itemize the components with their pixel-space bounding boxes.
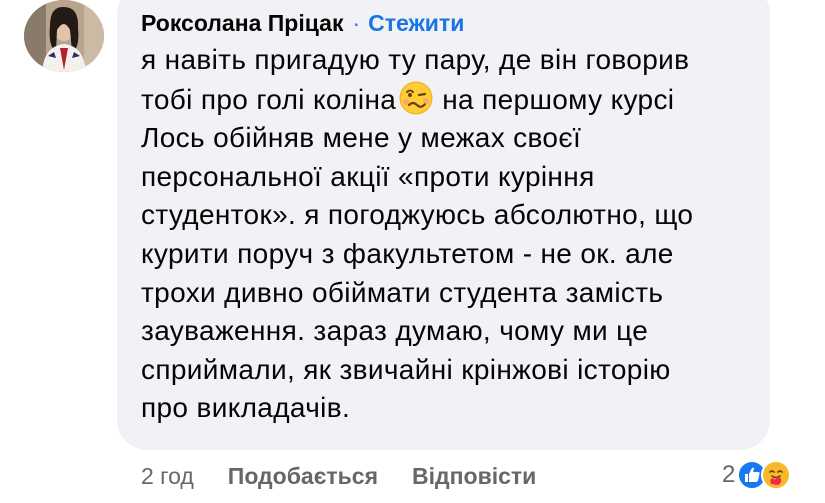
comment-line: Лось обійняв мене у межах своєї xyxy=(141,122,582,154)
follow-button[interactable]: Стежити xyxy=(368,10,464,37)
author-name[interactable]: Роксолана Пріцак xyxy=(141,10,343,37)
comment-line-part: на першому курсі xyxy=(442,83,675,115)
reply-button[interactable]: Відповісти xyxy=(412,463,536,490)
comment-line: зауваження. зараз думаю, чому ми це xyxy=(141,315,649,347)
comment-header: Роксолана Пріцак · Стежити xyxy=(141,8,464,38)
comment-line: сприймали, як звичайні крінжові історію xyxy=(141,353,671,385)
comment-line: персональної акції «проти куріння xyxy=(141,160,595,192)
comment-line: про викладачів. xyxy=(141,392,351,424)
reaction-icons xyxy=(737,460,792,490)
reactions-summary[interactable]: 2 xyxy=(722,455,792,495)
comment-line-part: тобі про голі коліна xyxy=(141,83,397,115)
avatar-image xyxy=(24,0,104,72)
comment-line: студенток». я погоджуюсь абсолютно, що xyxy=(141,199,694,231)
comment: Роксолана Пріцак · Стежити я навіть приг… xyxy=(0,0,825,503)
comment-text: я навіть пригадую ту пару, де він говори… xyxy=(141,41,761,428)
like-button[interactable]: Подобається xyxy=(228,463,378,490)
comment-line: курити поруч з факультетом - не ок. але xyxy=(141,237,674,269)
woozy-face-emoji-icon xyxy=(399,81,433,115)
comment-line: я навіть пригадую ту пару, де він говори… xyxy=(141,44,690,75)
avatar[interactable] xyxy=(24,0,104,72)
comment-line: тобі про голі коліна на першому курсі xyxy=(141,80,761,120)
separator-dot: · xyxy=(352,9,361,36)
comment-actions: 2 год Подобається Відповісти xyxy=(141,460,570,492)
comment-timestamp[interactable]: 2 год xyxy=(141,463,194,490)
reaction-count: 2 xyxy=(722,461,736,488)
care-reaction-icon xyxy=(761,460,792,490)
comment-line: трохи дивно обіймати студента замість xyxy=(141,276,664,308)
